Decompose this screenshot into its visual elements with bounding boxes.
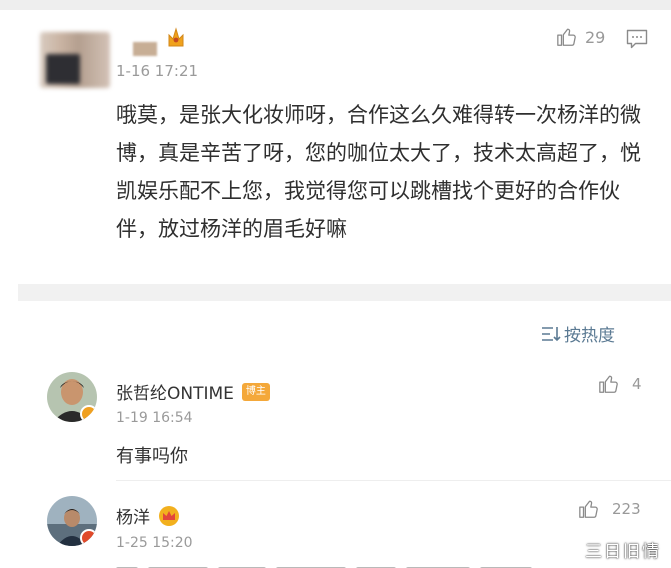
reply-author[interactable]: 张哲纶ONTIME 博主 — [116, 379, 270, 404]
reply-text: 有事吗你 — [116, 446, 188, 467]
section-divider — [18, 284, 671, 301]
sort-label: 按热度 — [564, 326, 615, 346]
reply-author-name: 杨洋 — [116, 508, 150, 528]
post-timestamp: 1-16 17:21 — [116, 62, 199, 80]
reply-timestamp: 1-19 16:54 — [116, 410, 193, 426]
reply-author[interactable]: 杨洋 — [116, 503, 180, 528]
crown-icon — [166, 26, 186, 53]
thumbs-up-icon[interactable] — [556, 26, 578, 48]
avatar[interactable] — [47, 372, 97, 422]
reply-separator — [116, 480, 671, 481]
reply-author-name: 张哲纶ONTIME — [116, 384, 234, 404]
sort-lines-icon — [541, 325, 561, 343]
post-like-count: 29 — [585, 28, 606, 47]
thumbs-up-icon[interactable] — [598, 373, 620, 395]
watermark: 三日旧情 — [585, 542, 661, 562]
reply-timestamp: 1-25 15:20 — [116, 535, 193, 551]
blurred-username[interactable] — [133, 42, 157, 56]
top-edge — [0, 0, 671, 10]
crown-icon — [158, 505, 180, 527]
verified-badge-icon — [80, 529, 97, 546]
avatar[interactable] — [47, 496, 97, 546]
post-body-text: 哦莫，是张大化妆师呀，合作这么久难得转一次杨洋的微博，真是辛苦了呀，您的咖位太大… — [116, 103, 641, 241]
verified-badge-icon — [80, 405, 97, 422]
reply-like-count: 4 — [632, 375, 642, 393]
reply-like-count: 223 — [612, 500, 641, 518]
author-tag: 博主 — [241, 382, 270, 401]
thumbs-up-icon[interactable] — [578, 498, 600, 520]
blurred-avatar[interactable] — [40, 32, 110, 88]
comment-icon[interactable] — [626, 29, 648, 49]
clipped-reply-text — [116, 560, 586, 568]
sort-by-hot-button[interactable]: 按热度 — [541, 321, 615, 346]
